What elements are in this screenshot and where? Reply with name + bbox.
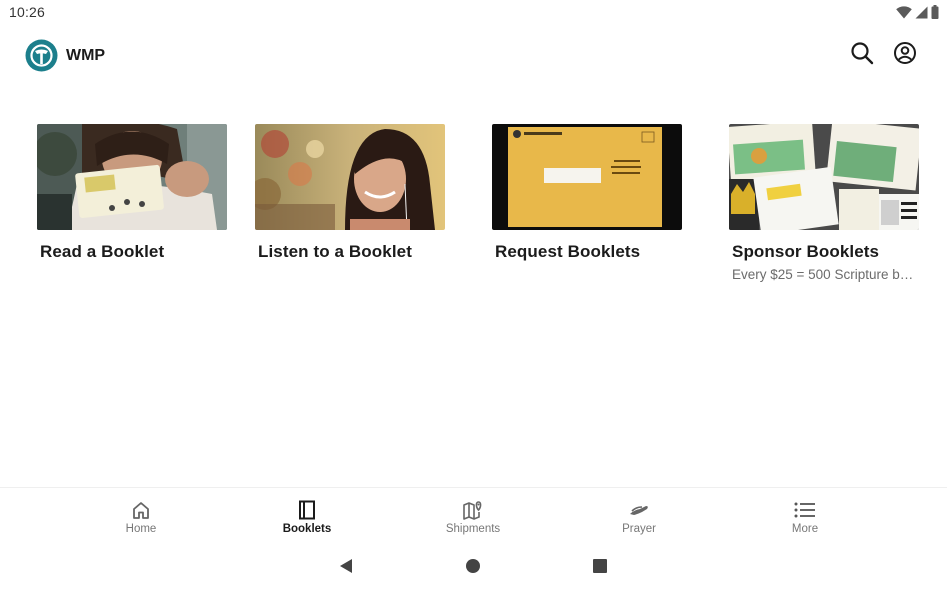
- account-button[interactable]: [892, 41, 918, 70]
- nav-item-booklets[interactable]: Booklets: [252, 488, 362, 544]
- nav-item-prayer[interactable]: Prayer: [584, 488, 694, 544]
- app-bar: WMP: [0, 32, 947, 80]
- nav-item-home[interactable]: Home: [86, 488, 196, 544]
- woman-with-earbuds-photo: [255, 124, 445, 230]
- booklet-covers-collage-photo: [729, 124, 919, 230]
- card-sponsor-booklets[interactable]: Sponsor Booklets Every $25 = 500 Scriptu…: [729, 124, 919, 282]
- wmp-logo-icon: [25, 39, 58, 72]
- cell-signal-icon: [915, 6, 928, 24]
- app-title: WMP: [66, 47, 106, 64]
- nav-label: Shipments: [445, 523, 501, 535]
- status-icons: [896, 5, 939, 24]
- card-request-booklets[interactable]: Request Booklets: [492, 124, 682, 262]
- nav-label: More: [791, 523, 819, 535]
- praying-hands-icon: [628, 499, 650, 521]
- feature-cards: Read a Booklet Listen to a Booklet Reque…: [0, 124, 947, 294]
- search-icon: [850, 41, 874, 70]
- recents-square-icon: [592, 558, 608, 579]
- account-icon: [893, 41, 917, 70]
- home-system-button[interactable]: [463, 558, 483, 578]
- back-button[interactable]: [336, 558, 356, 578]
- yellow-envelope-photo: [492, 124, 682, 230]
- card-listen-booklet[interactable]: Listen to a Booklet: [255, 124, 445, 262]
- nav-label: Home: [125, 523, 157, 535]
- card-title: Sponsor Booklets: [732, 242, 880, 261]
- card-title: Read a Booklet: [40, 242, 165, 261]
- home-circle-icon: [465, 558, 481, 579]
- recents-button[interactable]: [590, 558, 610, 578]
- status-time: 10:26: [9, 4, 46, 20]
- wifi-icon: [896, 5, 912, 24]
- card-title: Listen to a Booklet: [258, 242, 412, 261]
- nav-item-shipments[interactable]: Shipments: [418, 488, 528, 544]
- booklet-icon: [296, 499, 318, 521]
- nav-item-more[interactable]: More: [750, 488, 860, 544]
- bottom-navigation: Home Booklets Shipments Prayer More: [0, 487, 947, 545]
- map-pin-icon: [462, 499, 484, 521]
- system-navigation: [0, 545, 947, 592]
- nav-label: Booklets: [282, 523, 332, 535]
- search-button[interactable]: [849, 41, 875, 70]
- home-icon: [130, 499, 152, 521]
- nav-label: Prayer: [622, 523, 656, 535]
- card-read-booklet[interactable]: Read a Booklet: [37, 124, 227, 262]
- card-subtitle: Every $25 = 500 Scripture b…: [732, 267, 914, 282]
- battery-icon: [931, 5, 939, 24]
- girl-reading-booklet-photo: [37, 124, 227, 230]
- list-icon: [794, 499, 816, 521]
- card-title: Request Booklets: [495, 242, 641, 261]
- back-triangle-icon: [338, 558, 354, 579]
- status-bar: 10:26: [0, 0, 947, 24]
